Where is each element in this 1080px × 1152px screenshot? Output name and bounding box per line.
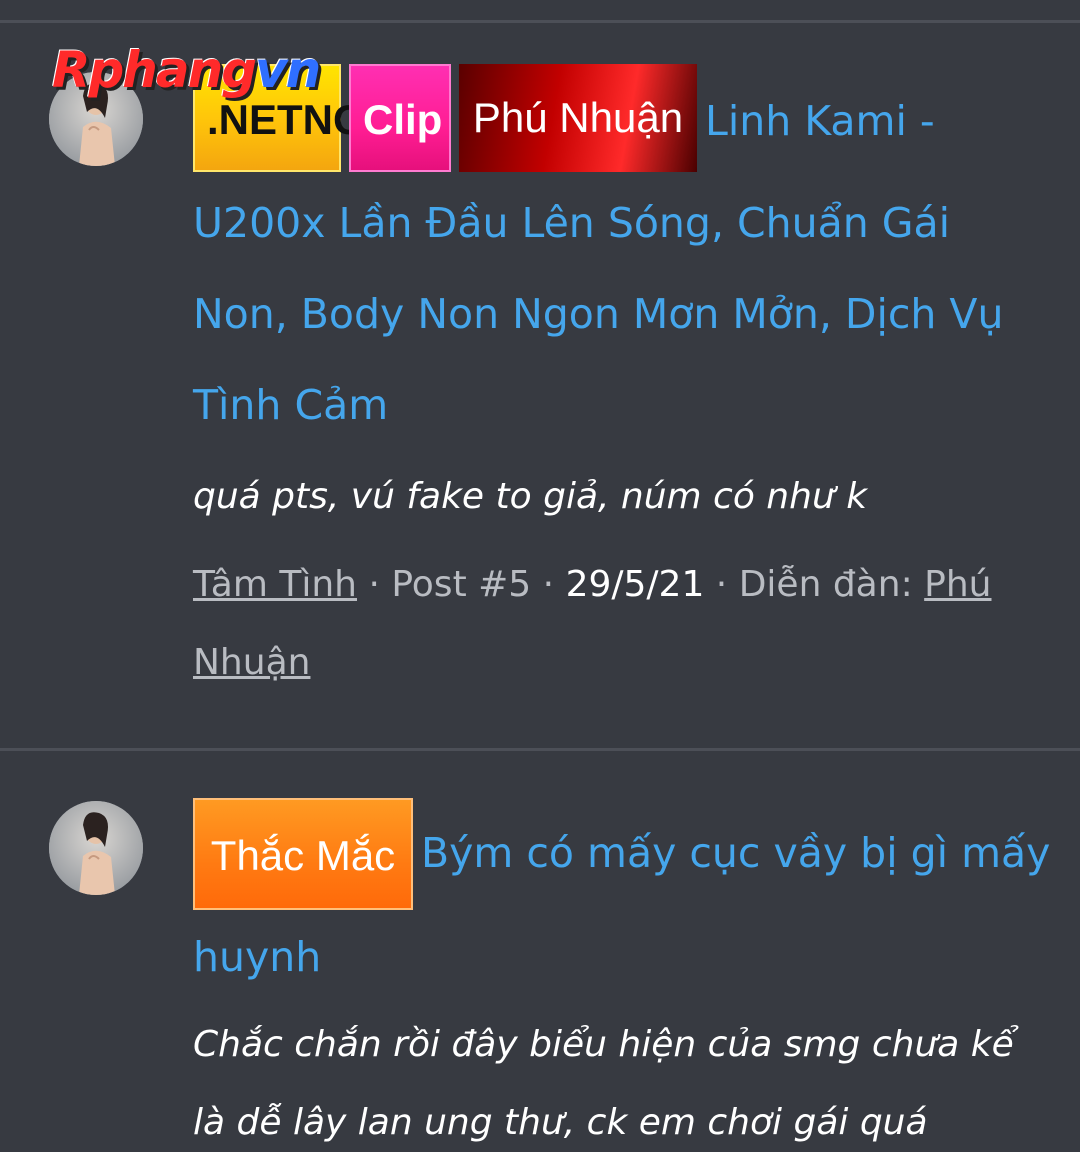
meta-separator: · (368, 564, 380, 605)
prefix-thac-mac-badge[interactable]: Thắc Mắc (193, 798, 413, 910)
result-title[interactable]: .NETNGClip Phú Nhuận Linh Kami - U200x Lần… (193, 64, 1053, 451)
search-results-page: Rphangvn .NETNGClip Phú Nhuận Linh Kami - … (0, 0, 1080, 1152)
watermark-logo: Rphangvn (52, 40, 321, 100)
meta-separator: · (542, 564, 555, 605)
prefix-clip-badge[interactable]: Clip (349, 64, 451, 172)
watermark-text-red: Rphang (52, 41, 257, 99)
result-meta: Tâm Tình · Post #5 · 29/5/21 · Diễn đàn:… (193, 546, 1053, 702)
result-divider (0, 748, 1080, 751)
forum-label: Diễn đàn: (738, 564, 913, 605)
post-number: Post #5 (391, 564, 532, 605)
avatar[interactable] (49, 801, 143, 895)
result-snippet: Chắc chắn rồi đây biểu hiện của smg chưa… (193, 1024, 1014, 1143)
avatar-image (49, 801, 143, 895)
meta-separator: · (715, 564, 728, 605)
post-date: 29/5/21 (565, 564, 705, 605)
watermark-text-blue: vn (255, 41, 321, 99)
author-link[interactable]: Tâm Tình (193, 564, 357, 605)
result-title[interactable]: Thắc Mắc Bým có mấy cục vầy bị gì mấy huy… (193, 798, 1053, 1003)
prefix-phu-nhuan-badge[interactable]: Phú Nhuận (459, 64, 697, 172)
top-divider (0, 20, 1080, 23)
result-snippet: quá pts, vú fake to giả, núm có như k (193, 476, 868, 517)
